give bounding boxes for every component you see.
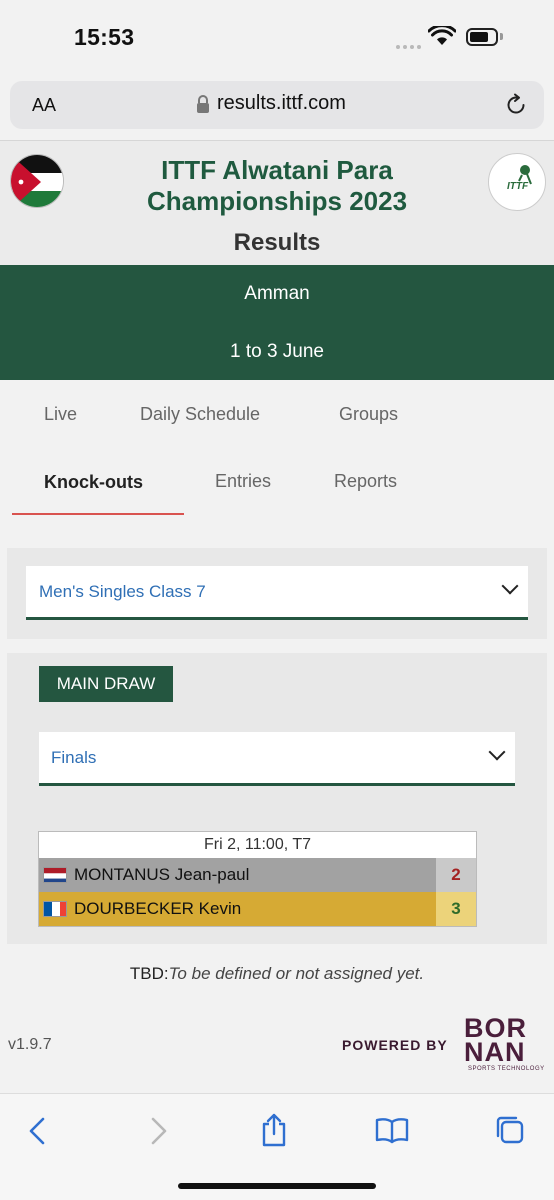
event-city: Amman	[244, 283, 310, 304]
signal-icon	[396, 36, 424, 54]
bornan-logo[interactable]: BOR NAN	[464, 1015, 546, 1067]
tab-reports[interactable]: Reports	[334, 471, 397, 492]
player-score: 3	[436, 892, 476, 926]
match-info: Fri 2, 11:00, T7	[203, 836, 311, 853]
powered-by-label: POWERED BY	[342, 1037, 448, 1053]
svg-text:ITTF: ITTF	[507, 181, 529, 192]
forward-icon[interactable]	[146, 1116, 170, 1151]
reload-icon[interactable]	[504, 93, 528, 122]
home-indicator	[178, 1183, 376, 1189]
reader-settings-button[interactable]: AA	[32, 95, 56, 116]
lock-icon	[195, 94, 211, 119]
event-dates: 1 to 3 June	[229, 341, 325, 362]
wifi-icon	[427, 24, 457, 51]
version-label: v1.9.7	[8, 1036, 52, 1053]
page-subtitle: Results	[233, 229, 321, 256]
netherlands-flag-icon	[43, 867, 67, 883]
tab-knock-outs[interactable]: Knock-outs	[44, 472, 143, 493]
match-card[interactable]: Fri 2, 11:00, T7 MONTANUS Jean-paul 2 DO…	[38, 831, 477, 927]
bookmarks-icon[interactable]	[375, 1116, 409, 1149]
match-row[interactable]: MONTANUS Jean-paul 2	[39, 858, 476, 892]
player-score: 2	[436, 858, 476, 892]
main-draw-button[interactable]: MAIN DRAW	[39, 666, 173, 702]
france-flag-icon	[43, 901, 67, 917]
share-icon[interactable]	[259, 1112, 289, 1153]
status-bar: 15:53	[0, 0, 554, 72]
player-name: MONTANUS Jean-paul	[74, 865, 250, 884]
jordan-flag-icon	[10, 154, 64, 208]
tbd-label: TBD:	[129, 964, 169, 983]
tab-groups[interactable]: Groups	[339, 404, 398, 425]
active-tab-indicator	[12, 513, 184, 515]
tabs-icon[interactable]	[494, 1114, 526, 1151]
event-select-value: Men's Singles Class 7	[39, 582, 206, 601]
chevron-down-icon	[488, 743, 506, 761]
battery-tip	[500, 33, 503, 40]
bornan-logo-bottom: NAN	[464, 1037, 526, 1067]
tabs-area	[0, 380, 554, 545]
address-bar[interactable]: AA results.ittf.com	[10, 81, 544, 129]
match-row[interactable]: DOURBECKER Kevin 3	[39, 892, 476, 926]
tbd-legend: TBD:To be defined or not assigned yet.	[0, 964, 554, 984]
chevron-down-icon	[501, 577, 519, 595]
tbd-text: To be defined or not assigned yet.	[168, 964, 425, 983]
bornan-tagline: SPORTS TECHNOLOGY	[468, 1066, 545, 1072]
battery-icon	[466, 28, 498, 46]
back-icon[interactable]	[26, 1116, 50, 1151]
player-name: DOURBECKER Kevin	[74, 899, 242, 918]
round-select-value: Finals	[51, 748, 97, 767]
ittf-logo: ITTF	[488, 153, 546, 211]
tab-daily-schedule[interactable]: Daily Schedule	[140, 404, 260, 425]
tab-entries[interactable]: Entries	[215, 471, 271, 492]
clock: 15:53	[74, 24, 135, 50]
page-title: ITTF Alwatani Para Championships 2023	[146, 155, 408, 216]
tab-live[interactable]: Live	[44, 404, 77, 425]
event-select[interactable]: Men's Singles Class 7	[26, 566, 528, 620]
url-text[interactable]: results.ittf.com	[217, 92, 346, 115]
round-select[interactable]: Finals	[39, 732, 515, 786]
